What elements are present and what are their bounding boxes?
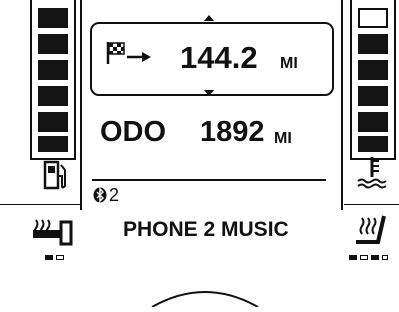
left-heat-level-off [56,255,64,260]
fuel-gauge-segment [38,136,68,152]
left-divider [80,0,82,210]
heated-grip-icon[interactable] [32,216,76,251]
right-heat-level-off [360,255,368,260]
left-heat-level-on [45,255,53,260]
bluetooth-icon [93,187,107,208]
phone-source-label: PHONE 2 MUSIC [123,218,289,241]
left-separator [0,204,80,205]
temperature-gauge-segment [358,86,388,106]
coolant-temperature-icon [355,155,389,196]
temperature-gauge-segment [358,34,388,54]
odo-value: 1892 [200,116,265,148]
fuel-gauge-segment [38,8,68,28]
divider-line [92,179,326,181]
right-heat-level-on [371,255,379,260]
trip-unit: MI [280,55,298,72]
right-separator [344,204,399,205]
odo-unit: MI [274,130,292,147]
right-divider [341,0,343,210]
odo-label: ODO [100,116,167,148]
temperature-gauge-segment [358,136,388,152]
temperature-gauge-segment [358,60,388,80]
fuel-gauge-segment [38,60,68,80]
scroll-down-icon[interactable] [204,90,214,96]
heated-seat-icon[interactable] [350,214,390,253]
temperature-gauge-segment-empty [358,8,388,28]
fuel-gauge [30,0,76,160]
scroll-up-icon[interactable] [204,15,214,21]
trip-value: 144.2 [180,40,258,75]
fuel-gauge-segment [38,34,68,54]
right-heat-level-off [382,255,388,260]
temperature-gauge-segment [358,112,388,132]
phone-number: 2 [109,185,120,205]
right-heat-level-on [349,255,357,260]
bottom-arc [150,290,260,312]
fuel-gauge-segment [38,86,68,106]
fuel-pump-icon [42,158,68,197]
temperature-gauge [350,0,396,160]
right-arrow-icon [126,50,152,68]
fuel-gauge-segment [38,112,68,132]
checkered-flag-icon [106,41,126,70]
